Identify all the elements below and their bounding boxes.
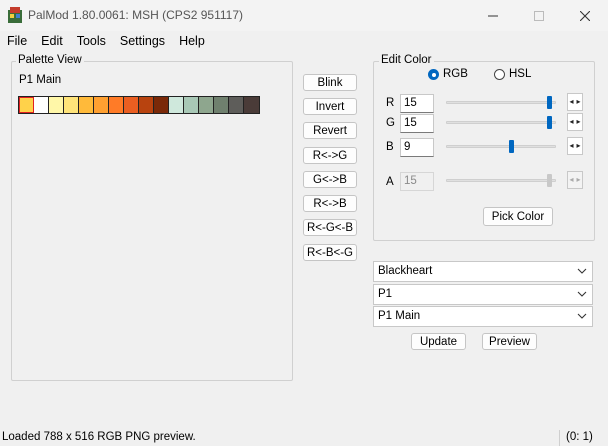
channel-slider-track[interactable] bbox=[446, 121, 556, 124]
app-icon bbox=[8, 7, 22, 23]
action-button-2[interactable]: Revert bbox=[303, 122, 357, 139]
action-button-6[interactable]: R<-G<-B bbox=[303, 219, 357, 236]
channel-value-input[interactable]: 9 bbox=[400, 138, 434, 157]
menu-edit[interactable]: Edit bbox=[34, 31, 70, 51]
menu-help[interactable]: Help bbox=[172, 31, 212, 51]
channel-slider-thumb[interactable] bbox=[547, 116, 552, 129]
action-button-7[interactable]: R<-B<-G bbox=[303, 244, 357, 261]
palette-view-label: Palette View bbox=[16, 54, 84, 66]
pick-color-button[interactable]: Pick Color bbox=[483, 207, 553, 226]
palette-swatch[interactable] bbox=[199, 97, 214, 113]
arrow-right-icon[interactable]: ▸ bbox=[575, 114, 582, 130]
menu-settings[interactable]: Settings bbox=[113, 31, 172, 51]
channel-slider-track[interactable] bbox=[446, 101, 556, 104]
menu-bar: File Edit Tools Settings Help bbox=[0, 31, 608, 51]
arrow-right-icon: ▸ bbox=[576, 175, 581, 184]
channel-slider-track[interactable] bbox=[446, 145, 556, 148]
rgb-radio[interactable] bbox=[428, 69, 439, 80]
status-coords: (0: 1) bbox=[566, 431, 593, 443]
arrow-left-icon[interactable]: ◂ bbox=[568, 94, 575, 110]
chevron-down-icon bbox=[577, 291, 587, 297]
channel-slider-thumb[interactable] bbox=[547, 96, 552, 109]
status-divider bbox=[559, 430, 560, 446]
channel-spin-button: ◂ ▸ bbox=[567, 171, 583, 189]
palette-swatch[interactable] bbox=[184, 97, 199, 113]
maximize-button[interactable] bbox=[516, 0, 562, 31]
palette-swatch[interactable] bbox=[124, 97, 139, 113]
palette-swatch[interactable] bbox=[49, 97, 64, 113]
channel-slider-thumb[interactable] bbox=[509, 140, 514, 153]
palette-swatch[interactable] bbox=[154, 97, 169, 113]
palette-swatch[interactable] bbox=[94, 97, 109, 113]
palette-swatch[interactable] bbox=[19, 97, 34, 113]
channel-slider-track bbox=[446, 179, 556, 182]
channel-label: A bbox=[386, 176, 394, 188]
menu-file[interactable]: File bbox=[0, 31, 34, 51]
close-icon bbox=[580, 10, 590, 21]
chevron-down-icon bbox=[577, 313, 587, 319]
minimize-button[interactable] bbox=[470, 0, 516, 31]
palette-swatch[interactable] bbox=[139, 97, 154, 113]
hsl-radio-label[interactable]: HSL bbox=[509, 68, 531, 80]
window-title: PalMod 1.80.0061: MSH (CPS2 951117) bbox=[28, 8, 244, 22]
channel-value-input[interactable]: 15 bbox=[400, 94, 434, 113]
arrow-left-icon[interactable]: ◂ bbox=[568, 114, 575, 130]
maximize-icon bbox=[534, 10, 544, 21]
game-select-value: Blackheart bbox=[378, 265, 433, 277]
channel-value-input[interactable]: 15 bbox=[400, 114, 434, 133]
action-button-5[interactable]: R<->B bbox=[303, 195, 357, 212]
palette-name: P1 Main bbox=[19, 74, 62, 86]
channel-label: B bbox=[386, 141, 394, 153]
channel-value-input: 15 bbox=[400, 172, 434, 191]
update-button[interactable]: Update bbox=[411, 333, 466, 350]
minimize-icon bbox=[488, 15, 498, 16]
game-select[interactable]: Blackheart bbox=[373, 261, 593, 282]
channel-spin-button[interactable]: ◂ ▸ bbox=[567, 93, 583, 111]
action-button-0[interactable]: Blink bbox=[303, 74, 357, 91]
edit-color-label: Edit Color bbox=[379, 54, 434, 66]
channel-slider-thumb bbox=[547, 174, 552, 187]
arrow-left-icon[interactable]: ◂ bbox=[568, 138, 575, 154]
palette-swatch[interactable] bbox=[169, 97, 184, 113]
rgb-radio-label[interactable]: RGB bbox=[443, 68, 468, 80]
palette-swatch[interactable] bbox=[244, 97, 259, 113]
sub-palette-select[interactable]: P1 Main bbox=[373, 306, 593, 327]
palette-swatch[interactable] bbox=[79, 97, 94, 113]
preview-button[interactable]: Preview bbox=[482, 333, 537, 350]
palette-swatch[interactable] bbox=[109, 97, 124, 113]
palette-swatches bbox=[18, 96, 260, 114]
sub-palette-select-value: P1 Main bbox=[378, 310, 421, 322]
close-button[interactable] bbox=[562, 0, 608, 31]
chevron-down-icon bbox=[577, 268, 587, 274]
arrow-right-icon[interactable]: ▸ bbox=[575, 94, 582, 110]
channel-label: G bbox=[386, 117, 395, 129]
status-message: Loaded 788 x 516 RGB PNG preview. bbox=[2, 431, 196, 443]
menu-tools[interactable]: Tools bbox=[70, 31, 113, 51]
channel-label: R bbox=[386, 97, 395, 109]
palette-swatch[interactable] bbox=[34, 97, 49, 113]
palette-select[interactable]: P1 bbox=[373, 284, 593, 305]
palette-select-value: P1 bbox=[378, 288, 393, 300]
action-button-1[interactable]: Invert bbox=[303, 98, 357, 115]
channel-spin-button[interactable]: ◂ ▸ bbox=[567, 137, 583, 155]
arrow-right-icon[interactable]: ▸ bbox=[575, 138, 582, 154]
arrow-left-icon: ◂ bbox=[569, 175, 574, 184]
channel-spin-button[interactable]: ◂ ▸ bbox=[567, 113, 583, 131]
palette-swatch[interactable] bbox=[64, 97, 79, 113]
action-button-4[interactable]: G<->B bbox=[303, 171, 357, 188]
action-button-3[interactable]: R<->G bbox=[303, 147, 357, 164]
palette-swatch[interactable] bbox=[214, 97, 229, 113]
hsl-radio[interactable] bbox=[494, 69, 505, 80]
palette-swatch[interactable] bbox=[229, 97, 244, 113]
